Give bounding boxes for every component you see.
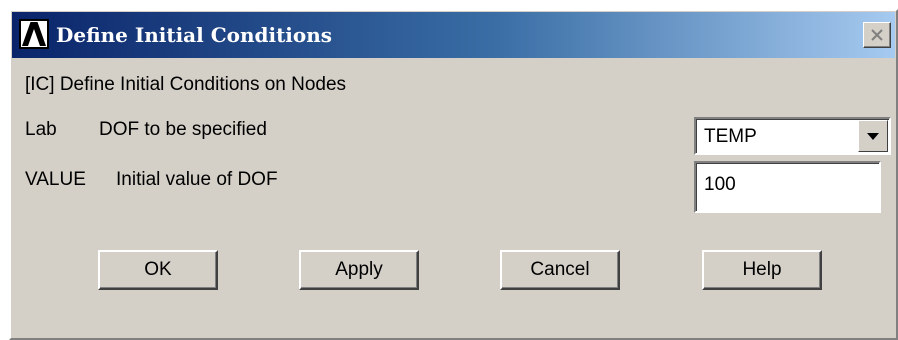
command-description: [IC] Define Initial Conditions on Nodes — [25, 74, 347, 95]
window-title: Define Initial Conditions — [56, 23, 333, 47]
initial-value-input[interactable]: 100 — [694, 161, 881, 213]
dof-select[interactable]: TEMP — [694, 117, 891, 155]
close-icon — [871, 29, 883, 41]
dof-select-value: TEMP — [704, 126, 757, 147]
define-initial-conditions-dialog: Define Initial Conditions [IC] Define In… — [9, 9, 898, 340]
help-button[interactable]: Help — [702, 250, 822, 290]
apply-button[interactable]: Apply — [299, 250, 419, 290]
title-bar[interactable]: Define Initial Conditions — [12, 12, 895, 58]
ok-button[interactable]: OK — [98, 250, 218, 290]
value-key-label: VALUE — [25, 169, 86, 190]
chevron-down-icon — [867, 133, 879, 140]
dropdown-arrow-button[interactable] — [858, 120, 888, 152]
cancel-button[interactable]: Cancel — [500, 250, 620, 290]
lab-key-label: Lab — [25, 119, 57, 140]
value-description-label: Initial value of DOF — [116, 169, 278, 190]
close-button[interactable] — [863, 22, 891, 48]
initial-value-text: 100 — [704, 174, 736, 195]
lab-description-label: DOF to be specified — [99, 119, 267, 140]
ansys-logo-icon — [19, 19, 49, 49]
